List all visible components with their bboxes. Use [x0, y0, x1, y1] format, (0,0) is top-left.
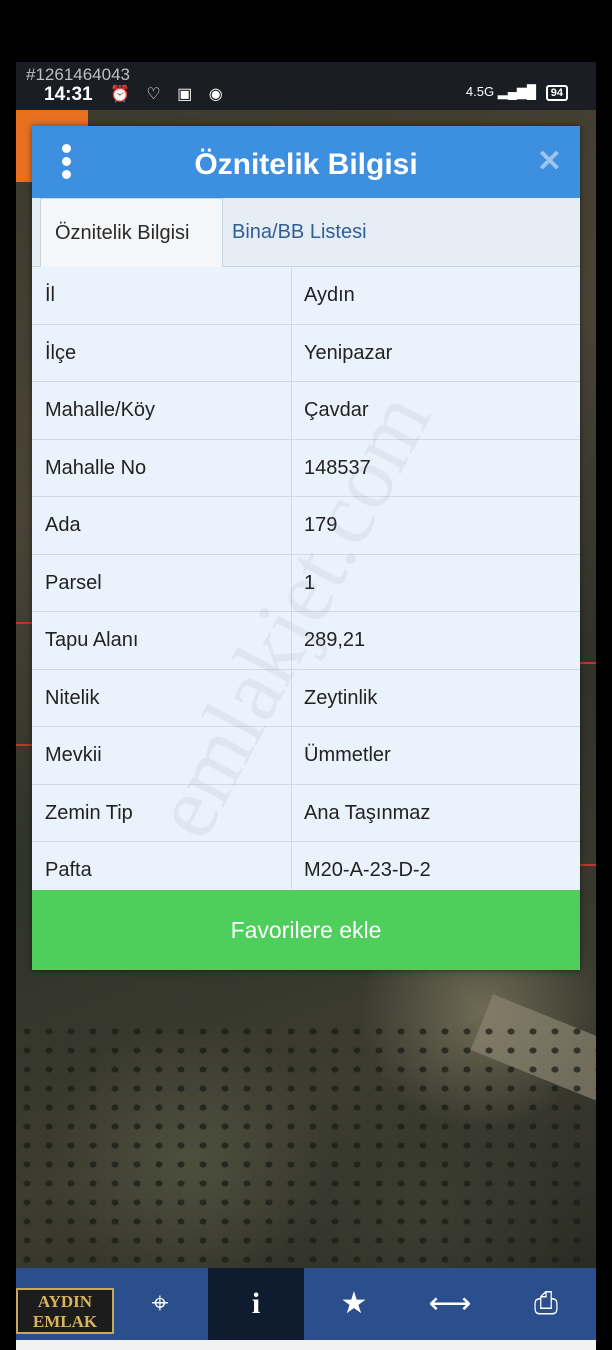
row-value: Aydın [304, 284, 355, 306]
row-value: Çavdar [304, 399, 369, 421]
close-icon[interactable]: ✕ [537, 144, 562, 179]
dialog-tabs: Öznitelik Bilgisi Bina/BB Listesi [32, 198, 580, 268]
attribute-dialog: Öznitelik Bilgisi ✕ Öznitelik Bilgisi Bi… [32, 126, 580, 970]
row-value: 148537 [304, 456, 371, 479]
row-key: Mevkii [45, 744, 102, 766]
table-row: İl Aydın [32, 267, 580, 325]
status-bar: #1261464043 14:31 ⏰ ♡ ▣ ◉ 4.5G ▂▄▆█ 94 [16, 62, 596, 110]
table-row: Ada 179 [32, 497, 580, 555]
row-value: Yenipazar [304, 341, 393, 364]
map-vegetation [16, 1022, 596, 1272]
row-value: 1 [304, 571, 316, 594]
table-row: Zemin Tip Ana Taşınmaz [32, 784, 580, 842]
row-key: Mahalle No [45, 456, 147, 479]
row-key: Ada [45, 514, 81, 536]
add-favorite-button[interactable]: Favorilere ekle [32, 890, 580, 970]
row-key: Mahalle/Köy [45, 399, 156, 421]
table-row: Nitelik Zeytinlik [32, 669, 580, 727]
locate-icon[interactable]: ⌖ [112, 1268, 208, 1340]
notification-icons: ⏰ ♡ ▣ ◉ [110, 86, 229, 103]
clock: 14:31 [44, 84, 93, 105]
aydin-emlak-logo: AYDIN EMLAK [16, 1288, 114, 1334]
table-row: Mahalle/Köy Çavdar [32, 382, 580, 440]
row-key: Nitelik [45, 686, 100, 709]
row-key: İlçe [45, 341, 77, 364]
row-value: Ana Taşınmaz [304, 801, 431, 824]
signal-icon: 4.5G ▂▄▆█ [465, 84, 537, 99]
row-value: Ümmetler [304, 744, 391, 766]
table-row: Tapu Alanı 289,21 [32, 612, 580, 670]
tab-building-list[interactable]: Bina/BB Listesi [218, 198, 381, 266]
android-nav-bar [16, 1340, 596, 1350]
row-value: 289,21 [304, 629, 366, 651]
signal-battery: 4.5G ▂▄▆█ 94 [466, 84, 568, 101]
listing-id: #1261464043 [26, 65, 131, 84]
table-row: İlçe Yenipazar [32, 324, 580, 382]
row-key: Parsel [45, 571, 102, 594]
table-row: Mahalle No 148537 [32, 439, 580, 497]
row-key: İl [45, 284, 55, 306]
attribute-table: İl Aydın İlçe Yenipazar Mahalle/Köy Çavdar … [32, 267, 580, 900]
dialog-header: Öznitelik Bilgisi ✕ [32, 126, 580, 198]
battery-icon: 94 [545, 85, 568, 101]
measure-icon[interactable]: ⟷ [402, 1268, 498, 1340]
row-key: Zemin Tip [45, 801, 133, 824]
dialog-title: Öznitelik Bilgisi [194, 148, 418, 181]
tab-attribute-info[interactable]: Öznitelik Bilgisi [40, 198, 223, 268]
info-icon[interactable]: i [208, 1268, 304, 1340]
star-icon[interactable]: ★ [306, 1268, 402, 1340]
phone-screen: #1261464043 14:31 ⏰ ♡ ▣ ◉ 4.5G ▂▄▆█ 94 Ö… [16, 62, 596, 1350]
print-icon[interactable]: ⎙ [498, 1268, 594, 1340]
row-value: Zeytinlik [304, 686, 378, 709]
table-row: Mevkii Ümmetler [32, 727, 580, 785]
table-row: Parsel 1 [32, 554, 580, 612]
row-value: 179 [304, 514, 338, 536]
row-key: Tapu Alanı [45, 629, 139, 651]
